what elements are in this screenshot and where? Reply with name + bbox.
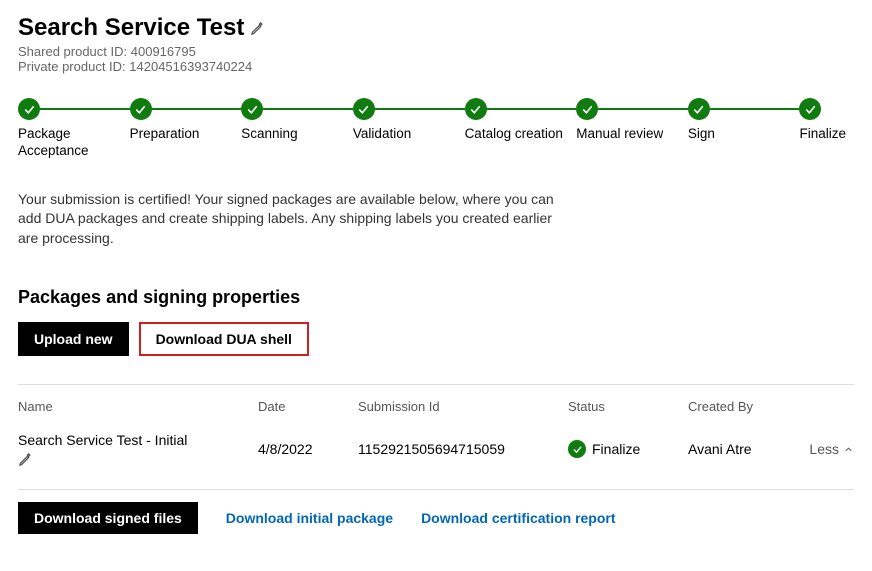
expand-toggle[interactable]: Less [809, 441, 854, 457]
check-icon [18, 98, 40, 120]
col-header-created: Created By [688, 399, 788, 414]
progress-step: Preparation [130, 98, 242, 143]
private-product-id: Private product ID: 14204516393740224 [18, 59, 854, 74]
download-dua-shell-button[interactable]: Download DUA shell [139, 322, 309, 356]
progress-step: Manual review [576, 98, 688, 143]
check-icon [353, 98, 375, 120]
check-icon [241, 98, 263, 120]
table-row: Search Service Test - Initial 4/8/2022 1… [18, 432, 854, 477]
col-header-status: Status [568, 399, 688, 414]
step-label: Preparation [130, 126, 208, 143]
step-label: Finalize [799, 126, 854, 143]
col-header-date: Date [258, 399, 358, 414]
progress-step: Package Acceptance [18, 98, 130, 160]
step-label: Scanning [241, 126, 305, 143]
status-text: Your submission is certified! Your signe… [18, 190, 558, 249]
row-created-by: Avani Atre [688, 441, 788, 457]
progress-step: Validation [353, 98, 465, 143]
check-icon [688, 98, 710, 120]
step-label: Validation [353, 126, 419, 143]
step-label: Sign [688, 126, 723, 143]
progress-step: Sign [688, 98, 800, 143]
divider [18, 384, 854, 385]
check-icon [576, 98, 598, 120]
chevron-up-icon [843, 444, 854, 455]
upload-new-button[interactable]: Upload new [18, 322, 129, 356]
page-title: Search Service Test [18, 14, 244, 42]
edit-icon[interactable] [250, 21, 265, 36]
check-icon [130, 98, 152, 120]
download-initial-package-link[interactable]: Download initial package [226, 510, 393, 526]
step-label: Package Acceptance [18, 126, 130, 160]
check-icon [799, 98, 821, 120]
progress-step: Scanning [241, 98, 353, 143]
row-name-text: Search Service Test - Initial [18, 432, 258, 448]
download-signed-files-button[interactable]: Download signed files [18, 502, 198, 534]
col-header-subid: Submission Id [358, 399, 568, 414]
row-date: 4/8/2022 [258, 441, 358, 457]
download-certification-report-link[interactable]: Download certification report [421, 510, 615, 526]
progress-step: Finalize [799, 98, 854, 143]
col-header-name: Name [18, 399, 258, 414]
submissions-table: Name Date Submission Id Status Created B… [18, 399, 854, 477]
divider [18, 489, 854, 490]
step-label: Manual review [576, 126, 671, 143]
step-label: Catalog creation [465, 126, 571, 143]
row-subid: 1152921505694715059 [358, 441, 568, 457]
status-check-icon [568, 440, 586, 458]
progress-step: Catalog creation [465, 98, 577, 143]
edit-icon[interactable] [18, 452, 258, 467]
shared-product-id: Shared product ID: 400916795 [18, 44, 854, 59]
check-icon [465, 98, 487, 120]
progress-steps: Package AcceptancePreparation Scanning Val… [18, 98, 854, 160]
packages-heading: Packages and signing properties [18, 287, 854, 308]
row-status-text: Finalize [592, 441, 640, 457]
